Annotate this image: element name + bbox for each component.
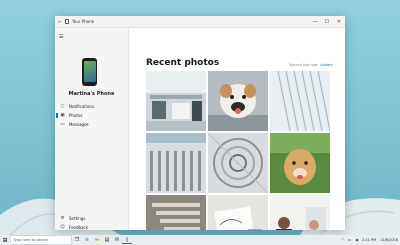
maximize-button[interactable]: ☐	[321, 19, 333, 25]
sidebar-item-photos[interactable]: ▣ Photos	[56, 113, 83, 118]
explorer-icon[interactable]: ▬	[92, 237, 102, 243]
sidebar: ☰ Martina's Phone ○ Notifications ▣ Phot…	[55, 28, 129, 230]
system-tray: ^ ▭ ◀ 2:21 PM 11/8/2018	[337, 235, 398, 245]
photo-tile[interactable]	[146, 71, 206, 131]
sidebar-item-label: Photos	[69, 113, 83, 118]
office-photo	[146, 71, 206, 131]
minimize-button[interactable]: —	[309, 19, 321, 25]
photo-tile[interactable]	[208, 71, 268, 131]
desk-sketch-photo	[208, 195, 268, 230]
photo-tile[interactable]	[208, 195, 268, 230]
taskbar-search[interactable]: Type here to search	[10, 235, 72, 245]
app-phone-icon	[65, 19, 69, 24]
building-facade-photo	[270, 71, 330, 131]
staircase-photo	[146, 195, 206, 230]
dog-bulldog-photo	[208, 71, 268, 131]
people-meeting-photo	[270, 195, 330, 230]
search-placeholder: Type here to search	[13, 238, 49, 242]
back-button[interactable]: ←	[55, 19, 65, 24]
refresh-link[interactable]: Update	[320, 63, 333, 67]
sync-status: Synced just now	[289, 63, 318, 67]
phone-name: Martina's Phone	[68, 91, 115, 97]
sidebar-item-label: Notifications	[69, 104, 95, 109]
your-phone-icon[interactable]: ▯	[122, 237, 132, 244]
battery-icon[interactable]: ▭	[348, 238, 351, 242]
title-bar: ← Your Phone — ☐ ✕	[55, 16, 345, 28]
chat-icon: ▭	[60, 122, 65, 127]
gear-icon: ⚙	[60, 216, 65, 221]
start-button[interactable]: ⊞	[0, 237, 10, 244]
image-icon: ▣	[60, 113, 65, 118]
page-title: Recent photos	[146, 58, 220, 68]
sidebar-item-feedback[interactable]: ☺ Feedback	[59, 225, 88, 230]
photo-tile[interactable]	[208, 133, 268, 193]
close-button[interactable]: ✕	[333, 19, 345, 25]
mail-icon[interactable]: ✉	[112, 237, 122, 243]
taskbar: ⊞ Type here to search ❐ e ▬ ▤ ✉ ▯ ^ ▭ ◀ …	[0, 235, 400, 245]
clock-date[interactable]: 11/8/2018	[380, 238, 398, 242]
photo-tile[interactable]	[146, 195, 206, 230]
edge-icon[interactable]: e	[82, 237, 92, 243]
photo-tile[interactable]	[146, 133, 206, 193]
tray-overflow-icon[interactable]: ^	[341, 238, 344, 242]
sidebar-item-settings[interactable]: ⚙ Settings	[59, 216, 85, 221]
phone-illustration	[82, 58, 97, 86]
photo-tile[interactable]	[270, 133, 330, 193]
hamburger-menu-icon[interactable]: ☰	[59, 34, 63, 40]
your-phone-window: ← Your Phone — ☐ ✕ ☰ Martina's Phone ○ N…	[55, 16, 345, 230]
main-content: Recent photos Synced just now Update	[129, 28, 345, 230]
sidebar-item-label: Feedback	[69, 225, 89, 230]
building-columns-photo	[146, 133, 206, 193]
volume-icon[interactable]: ◀	[355, 238, 358, 242]
window-controls: — ☐ ✕	[309, 19, 345, 25]
task-view-icon[interactable]: ❐	[72, 237, 82, 243]
sidebar-item-notifications[interactable]: ○ Notifications	[59, 104, 95, 109]
bell-icon: ○	[60, 104, 65, 109]
clock-time[interactable]: 2:21 PM	[362, 238, 376, 242]
store-icon[interactable]: ▤	[102, 237, 112, 243]
sidebar-item-label: Settings	[69, 216, 86, 221]
dog-outdoor-photo	[270, 133, 330, 193]
window-title: Your Phone	[72, 19, 95, 24]
photo-tile[interactable]	[270, 195, 330, 230]
feedback-icon: ☺	[60, 225, 65, 230]
sidebar-item-messages[interactable]: ▭ Messages	[59, 122, 89, 127]
spiral-staircase-photo	[208, 133, 268, 193]
sidebar-item-label: Messages	[69, 122, 89, 127]
photo-tile[interactable]	[270, 71, 330, 131]
